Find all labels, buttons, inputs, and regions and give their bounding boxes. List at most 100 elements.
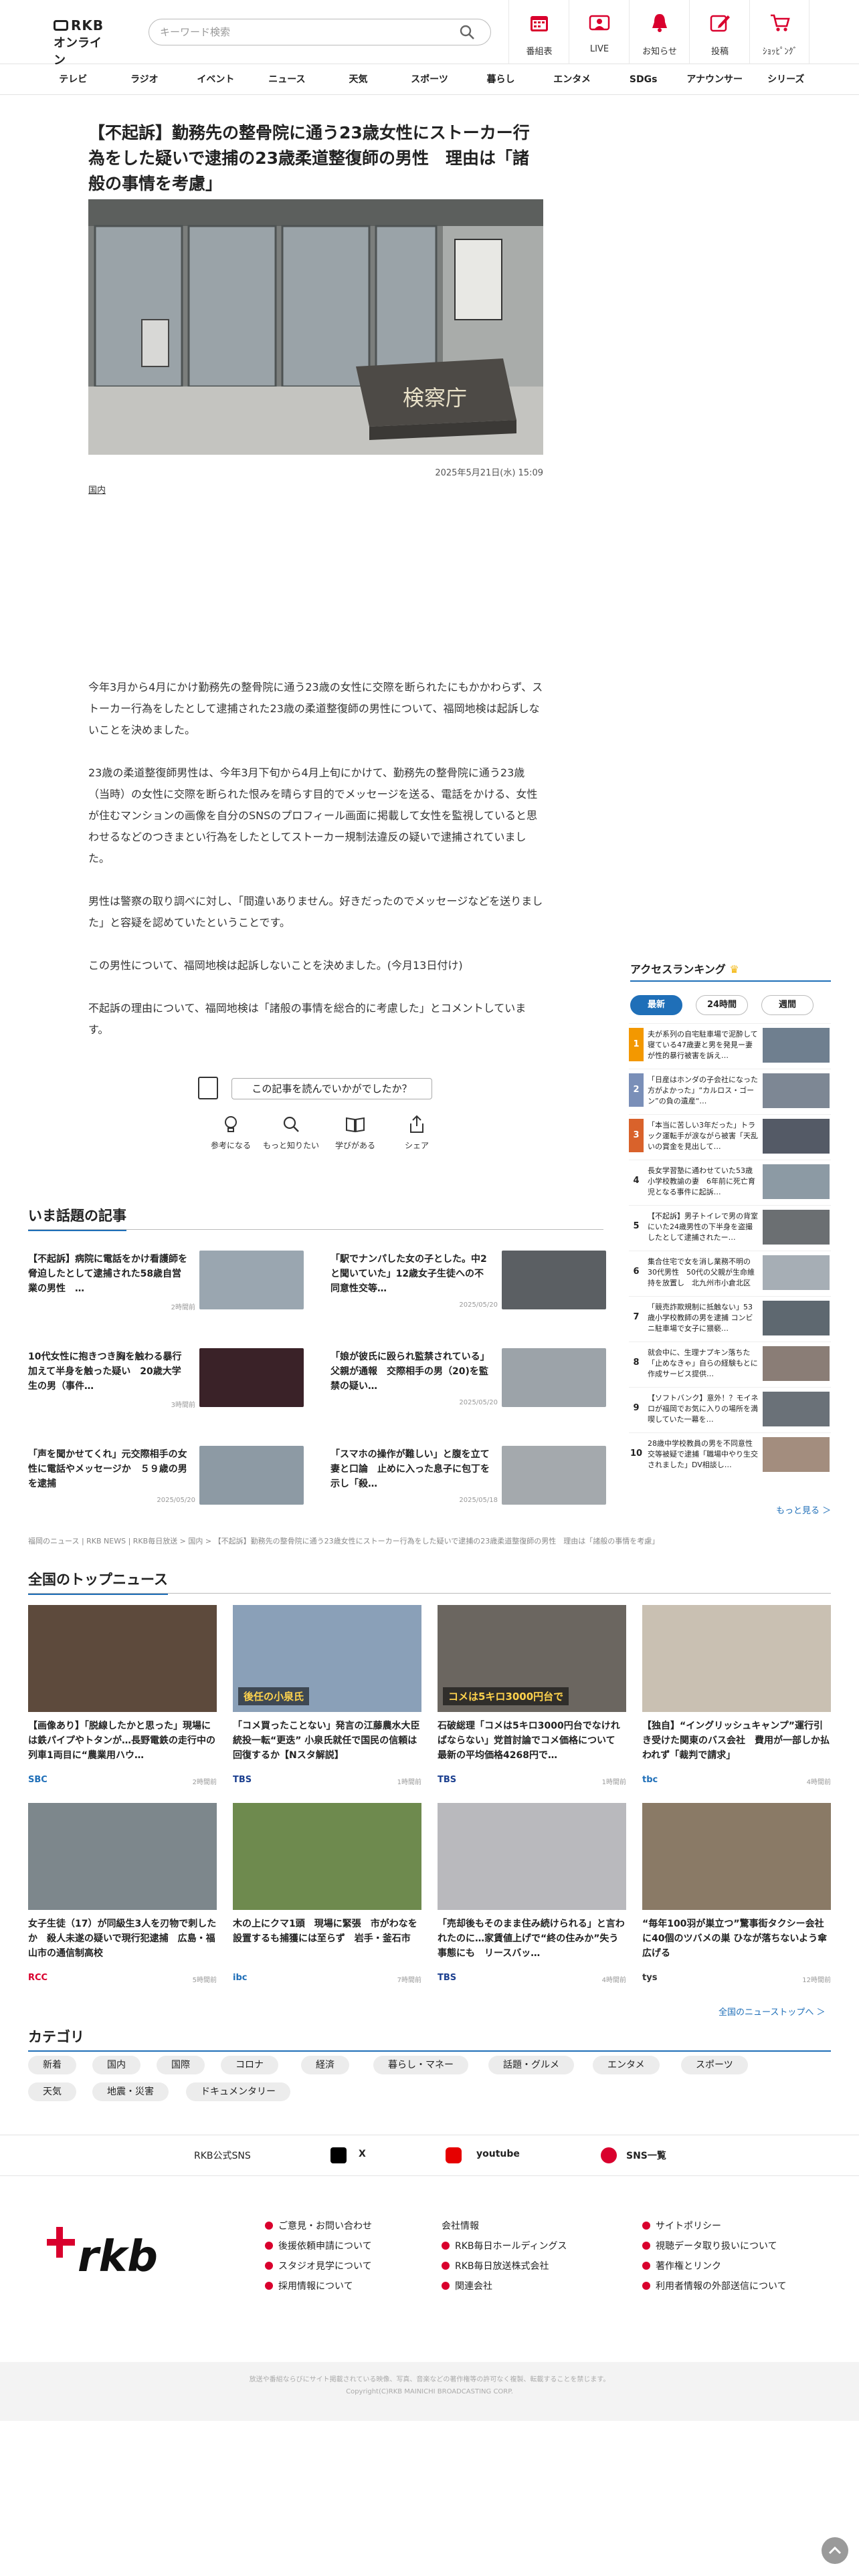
category-chip[interactable]: 話題・グルメ [488, 2056, 574, 2074]
tab-latest[interactable]: 最新 [630, 995, 682, 1015]
category-chip[interactable]: スポーツ [681, 2056, 748, 2074]
site-logo[interactable]: RKB オンライン [51, 17, 112, 68]
search-input[interactable]: キーワード検索 [149, 19, 491, 45]
popular-item-date: 2時間前 [171, 1304, 195, 1311]
footer-link[interactable]: 著作権とリンク [642, 2259, 721, 2272]
tv-icon [54, 20, 68, 31]
popular-item-thumbnail [502, 1348, 606, 1407]
category-chip[interactable]: 国内 [92, 2056, 140, 2074]
category-chip[interactable]: 暮らし・マネー [373, 2056, 468, 2074]
ranking-item[interactable]: 7 「競売詐欺規制に抵触ない」53歳小学校教師の男を逮捕 コンビニ駐車場で女子に猥… [629, 1296, 831, 1339]
popular-item[interactable]: 10代女性に抱きつき胸を触わる暴行加えて半身を触った疑い 20歳大学生の男（事件… [28, 1343, 304, 1409]
ranking-item[interactable]: 8 就会中に、生理ナプキン落ちた「止めなきゃ」自らの経験もとに作成サービス提供… [629, 1341, 831, 1384]
popular-item[interactable]: 「声を聞かせてくれ」元交際相手の女性に電話やメッセージか ５９歳の男を逮捕 202… [28, 1440, 304, 1505]
breadcrumb[interactable]: 福岡のニュース | RKB NEWS | RKB毎日放送 > 国内 > 【不起訴… [28, 1535, 831, 1546]
category-chip[interactable]: コロナ [221, 2056, 278, 2074]
category-chip[interactable]: 天気 [28, 2082, 76, 2101]
top-news-card[interactable]: “毎年100羽が巣立つ”驚事街タクシー会社に40個のツバメの巣 ひなが落ちないよ… [642, 1803, 831, 1994]
popular-item[interactable]: 「娘が彼氏に殴られ監禁されている」父親が通報 交際相手の男（20)を監禁の疑い…… [330, 1343, 606, 1407]
ranking-item[interactable]: 9 【ソフトバンク】意外！？モイネロが福岡でお気に入りの場所を満喫していた一幕を… [629, 1387, 831, 1430]
footer-link[interactable]: 関連会社 [442, 2279, 492, 2292]
top-news-thumbnail: コメは5キロ3000円台で [438, 1605, 626, 1712]
reaction-share-button[interactable]: シェア [380, 1114, 454, 1151]
top-news-card[interactable]: 【独自】“イングリッシュキャンプ”運行引き受けた関東のバス会社 費用が一部しか払… [642, 1605, 831, 1796]
ranking-item[interactable]: 10 28歳中学校教員の男を不同意性交等被疑で逮捕「職場中やり生交されました」DV… [629, 1432, 831, 1475]
search-icon[interactable] [459, 24, 475, 40]
tab-weekly[interactable]: 週間 [761, 995, 814, 1015]
footer-logo-text: rkb [78, 2232, 158, 2276]
rank-thumbnail [763, 1392, 830, 1426]
footer-link[interactable]: ご意見・お問い合わせ [265, 2219, 372, 2232]
footer-link[interactable]: RKB毎日ホールディングス [442, 2239, 567, 2252]
hero-sign-text: 検察庁 [403, 385, 467, 411]
gnav-item[interactable]: エンタメ [537, 64, 608, 94]
sns-list-link[interactable]: SNS一覧 [626, 2149, 666, 2162]
tab-24h[interactable]: 24時間 [696, 995, 748, 1015]
footer-link[interactable]: 後援依頼申請について [265, 2239, 372, 2252]
nav-shopping[interactable]: ｼｮｯﾋﾟﾝｸﾞ [749, 0, 809, 64]
sns-x-link[interactable]: X [359, 2149, 366, 2159]
youtube-icon[interactable] [446, 2147, 462, 2163]
popular-item[interactable]: 【不起訴】病院に電話をかけ看護師を脅迫したとして逮捕された58歳自営業の男性 …… [28, 1245, 304, 1311]
top-news-thumbnail: 後任の小泉氏 [233, 1605, 421, 1712]
top-news-card[interactable]: 女子生徒（17）が同級生3人を刃物で刺したか 殺人未遂の疑いで現行犯逮捕 広島・… [28, 1803, 217, 1994]
gnav-item[interactable]: アナウンサー [679, 64, 751, 94]
gnav-item[interactable]: イベント [180, 64, 252, 94]
category-chip[interactable]: 国際 [157, 2056, 205, 2074]
top-news-card[interactable]: 「売却後もそのまま住み続けられる」と言われたのに…家賃値上げで“終の住みか”失う… [438, 1803, 626, 1994]
footer-link[interactable]: 採用情報について [265, 2279, 353, 2292]
ranking-item[interactable]: 3 「本当に苦しい3年だった」トラック運転手が涙ながら被害「天乱いの賞金を見出して… [629, 1114, 831, 1157]
gnav-item[interactable]: 天気 [322, 64, 394, 94]
ranking-item[interactable]: 2 「日産はホンダの子会社になった方がよかった」“カルロス・ゴーン”の負の遺産“… [629, 1069, 831, 1111]
back-to-top-button[interactable] [822, 2537, 848, 2564]
nav-post[interactable]: 投稿 [689, 0, 749, 64]
nav-notifications[interactable]: お知らせ [629, 0, 689, 64]
gnav-item[interactable]: SDGs [607, 64, 679, 94]
popular-item[interactable]: 「スマホの操作が難しい」と腹を立て妻と口論 止めに入った息子に包丁を示し「殺… 2… [330, 1440, 606, 1505]
category-chip[interactable]: ドキュメンタリー [186, 2082, 290, 2101]
gnav-item[interactable]: シリーズ [750, 64, 822, 94]
popular-item-thumbnail [502, 1251, 606, 1309]
top-news-thumbnail [28, 1605, 217, 1712]
footer-logo[interactable]: rkb [47, 2216, 167, 2282]
arrow-circle-icon[interactable] [601, 2147, 617, 2163]
footer-link[interactable]: 利用者情報の外部送信について [642, 2279, 787, 2292]
top-news-date: 7時間前 [397, 1977, 421, 1984]
popular-item[interactable]: 「駅でナンパした女の子とした。中2と聞いていた」12歳女子生徒への不同意性交等…… [330, 1245, 606, 1309]
gnav-item[interactable]: 暮らし [465, 64, 537, 94]
nav-live[interactable]: LIVE [569, 0, 629, 64]
top-news-date: 5時間前 [192, 1977, 217, 1984]
top-news-card[interactable]: 【画像あり】「脱線したかと思った」現場には鉄パイプやトタンが…長野電鉄の走行中の… [28, 1605, 217, 1796]
footer-link[interactable]: サイトポリシー [642, 2219, 721, 2232]
rank-number: 3 [629, 1119, 644, 1152]
site-footer: rkb ご意見・お問い合わせ 後援依頼申請について スタジオ見学について 採用情… [0, 2176, 859, 2362]
nav-program-guide[interactable]: 番組表 [508, 0, 569, 64]
rank-thumbnail [763, 1164, 830, 1199]
category-chip[interactable]: エンタメ [593, 2056, 660, 2074]
top-news-title: 全国のトップニュース [28, 1569, 168, 1595]
x-icon[interactable] [330, 2147, 347, 2163]
footer-link[interactable]: スタジオ見学について [265, 2259, 372, 2272]
footer-link[interactable]: RKB毎日放送株式会社 [442, 2259, 549, 2272]
category-chip[interactable]: 新着 [28, 2056, 76, 2074]
top-news-card[interactable]: コメは5キロ3000円台で 石破総理「コメは5キロ3000円台でなければならない」… [438, 1605, 626, 1796]
gnav-item[interactable]: ラジオ [109, 64, 181, 94]
category-chip[interactable]: 経済 [301, 2056, 349, 2074]
article-category-link[interactable]: 国内 [88, 483, 106, 496]
ranking-more-link[interactable]: もっと見る ＞ [776, 1503, 831, 1516]
footer-link[interactable]: 視聴データ取り扱いについて [642, 2239, 777, 2252]
top-news-card[interactable]: 木の上にクマ1頭 現場に緊張 市がわなを設置するも捕獲には至らず 岩手・釜石市 i… [233, 1803, 421, 1994]
cart-icon [771, 14, 790, 31]
gnav-item[interactable]: スポーツ [394, 64, 466, 94]
ranking-item[interactable]: 5 【不起訴】男子トイレで男の背室にいた24歳男性の下半身を盗撮したとして逮捕され… [629, 1205, 831, 1248]
category-chip[interactable]: 地震・災害 [92, 2082, 169, 2101]
ranking-item[interactable]: 6 集合住宅で女を消し業務不明の30代男性 50代の父親が生命維持を放置し 北九州… [629, 1251, 831, 1293]
ranking-item[interactable]: 4 長女学習塾に通わせていた53歳小学校教諭の妻 6年前に死亡育児となる事件に起訴… [629, 1160, 831, 1202]
top-news-more-link[interactable]: 全国のニューストップへ ＞ [719, 2005, 825, 2018]
gnav-item[interactable]: テレビ [37, 64, 109, 94]
reaction-want-more-button[interactable]: もっと知りたい [254, 1114, 328, 1151]
ranking-item[interactable]: 1 夫が系列の自宅駐車場で泥酔して寝ている47歳妻と男を発見ー妻が性的暴行被害を訴… [629, 1023, 831, 1066]
sns-youtube-link[interactable]: youtube [476, 2149, 520, 2159]
top-news-card[interactable]: 後任の小泉氏 「コメ買ったことない」発言の江藤農水大臣 統投一転“更迭” 小泉氏就… [233, 1605, 421, 1796]
gnav-item[interactable]: ニュース [252, 64, 323, 94]
